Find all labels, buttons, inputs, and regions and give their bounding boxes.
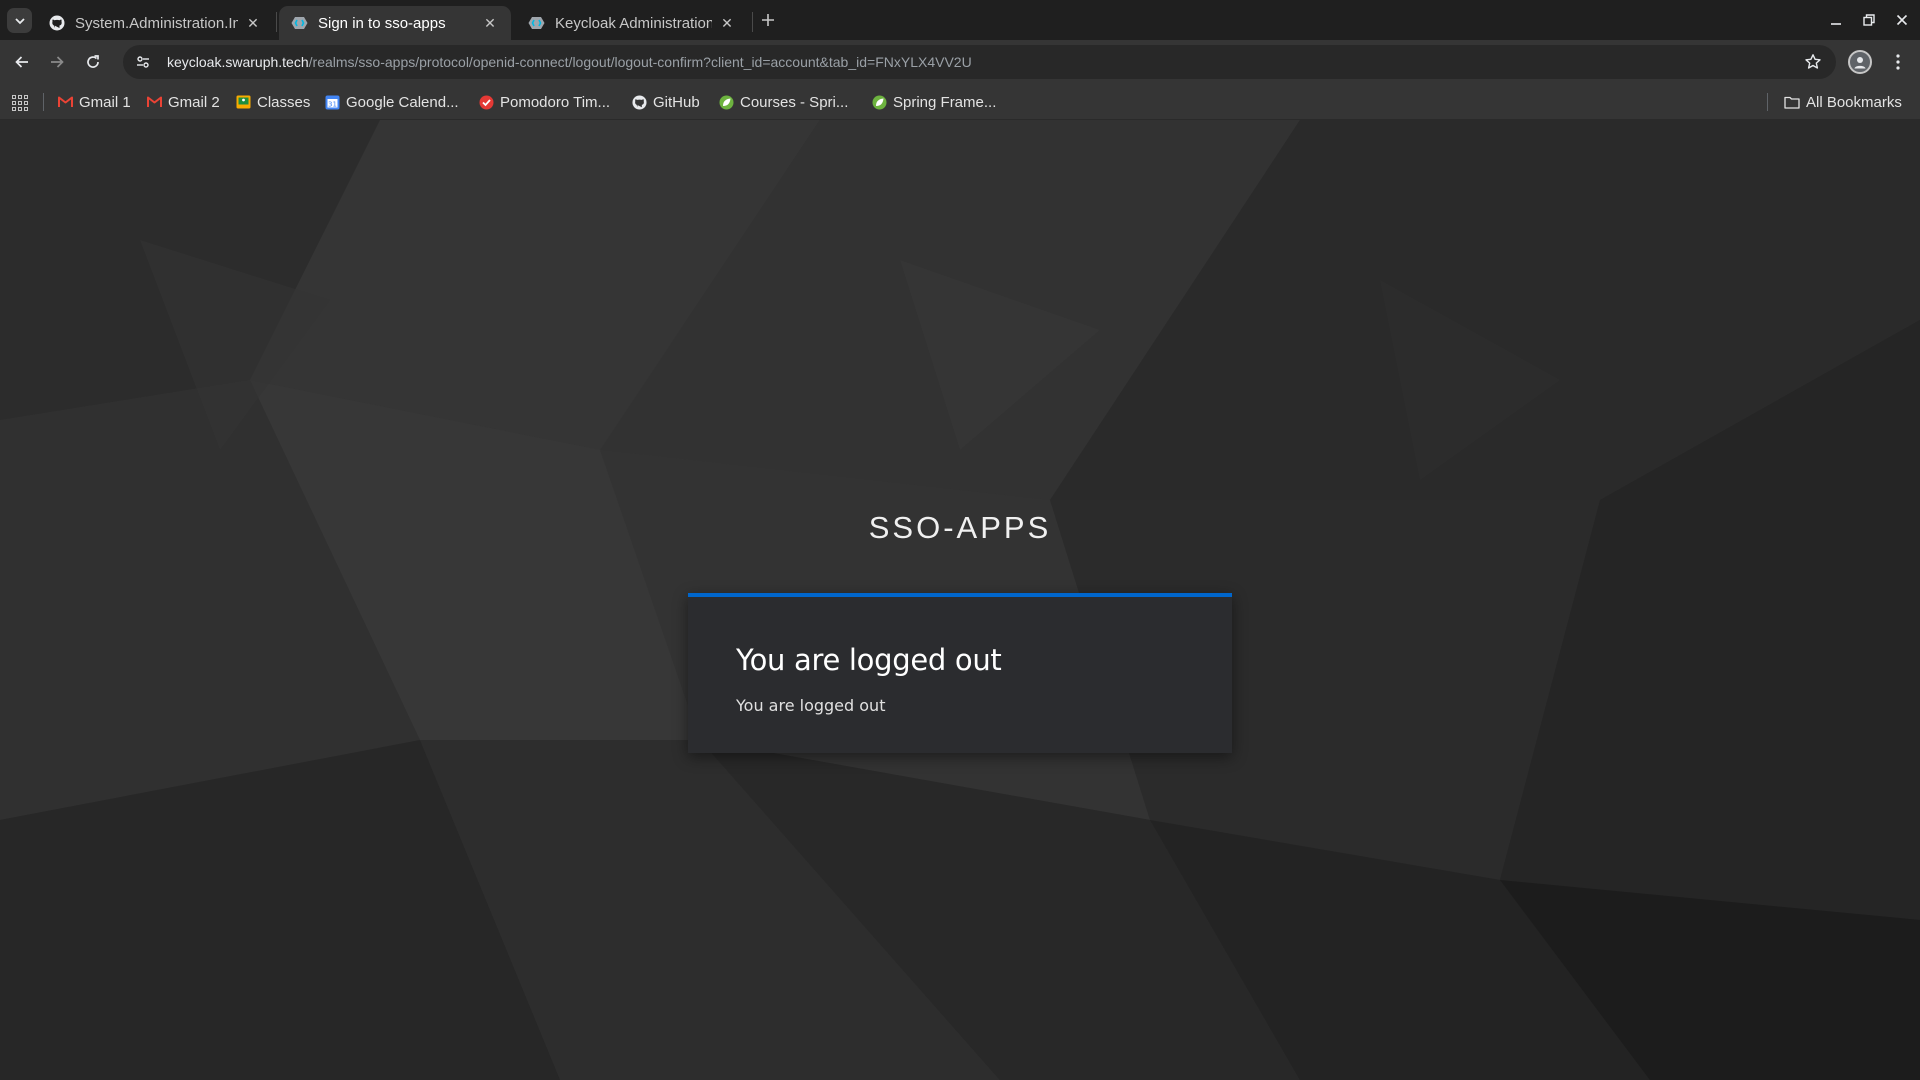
tab-strip: System.Administration.In ✕ Sign in to ss…: [0, 0, 1920, 40]
close-icon[interactable]: ✕: [481, 14, 499, 32]
bookmark-label: Classes: [257, 93, 311, 111]
minimize-button[interactable]: [1823, 8, 1849, 32]
bookmark-label: Spring Frame...: [893, 93, 997, 111]
realm-title: SSO-APPS: [868, 510, 1052, 545]
close-icon[interactable]: ✕: [718, 14, 736, 32]
back-button[interactable]: [8, 48, 36, 76]
url-text: keycloak.swaruph.tech/realms/sso-apps/pr…: [167, 54, 972, 70]
new-tab-button[interactable]: [756, 8, 780, 32]
bookmarks-divider: [1767, 93, 1768, 111]
bookmark-google-calendar[interactable]: 31 Google Calend...: [324, 90, 459, 114]
bookmark-star-button[interactable]: [1802, 51, 1824, 73]
bookmark-classes[interactable]: Classes: [235, 90, 310, 114]
keycloak-icon: [528, 15, 545, 32]
all-bookmarks-label: All Bookmarks: [1806, 93, 1902, 111]
arrow-right-icon: [51, 56, 64, 68]
tab-title: System.Administration.In: [75, 14, 238, 32]
site-info-button[interactable]: [129, 48, 157, 76]
pomodoro-icon: [478, 94, 494, 110]
star-icon: [1805, 54, 1821, 69]
address-bar[interactable]: keycloak.swaruph.tech/realms/sso-apps/pr…: [123, 45, 1836, 79]
bookmark-label: Gmail 2: [168, 93, 220, 111]
bookmark-courses-spring[interactable]: Courses - Spri...: [718, 90, 848, 114]
arrow-left-icon: [15, 56, 28, 68]
gmail-icon: [57, 94, 73, 110]
minimize-icon: [1831, 23, 1841, 25]
restore-icon: [1863, 14, 1875, 26]
tab-keycloak-administration[interactable]: Keycloak Administration ✕: [516, 6, 748, 40]
spring-icon: [871, 94, 887, 110]
profile-avatar[interactable]: [1848, 50, 1872, 74]
all-bookmarks-button[interactable]: All Bookmarks: [1784, 90, 1902, 114]
forward-button[interactable]: [43, 48, 71, 76]
tab-title: Sign in to sso-apps: [318, 14, 446, 32]
url-host: keycloak.swaruph.tech: [167, 54, 309, 70]
page-heading: You are logged out: [736, 643, 1002, 677]
bookmark-label: Gmail 1: [79, 93, 131, 111]
github-icon: [631, 94, 647, 110]
bookmark-pomodoro-timer[interactable]: Pomodoro Tim...: [478, 90, 610, 114]
plus-icon: [762, 14, 774, 26]
reload-icon: [87, 55, 99, 68]
bookmark-label: GitHub: [653, 93, 700, 111]
more-vert-icon: [1896, 54, 1900, 70]
github-icon: [48, 15, 65, 32]
bookmark-label: Pomodoro Tim...: [500, 93, 611, 111]
gmail-icon: [146, 94, 162, 110]
tab-divider: [276, 12, 277, 32]
spring-icon: [718, 94, 734, 110]
tab-system-administration[interactable]: System.Administration.In ✕: [36, 6, 274, 40]
close-icon: [1896, 14, 1908, 26]
logout-page: SSO-APPS You are logged out You are logg…: [0, 120, 1920, 1080]
calendar-icon: 31: [324, 94, 340, 110]
close-icon[interactable]: ✕: [244, 14, 262, 32]
folder-icon: [1784, 94, 1800, 110]
tab-search-button[interactable]: [7, 8, 32, 33]
bookmark-label: Courses - Spri...: [740, 93, 849, 111]
logout-card: You are logged out You are logged out: [688, 593, 1232, 753]
apps-grid-icon[interactable]: [10, 93, 28, 111]
classroom-icon: [235, 94, 251, 110]
tune-icon: [137, 56, 149, 68]
bookmark-github[interactable]: GitHub: [631, 90, 700, 114]
browser-menu-button[interactable]: [1886, 50, 1910, 74]
keycloak-icon: [291, 15, 308, 32]
bookmarks-divider: [43, 93, 44, 111]
tab-sign-in-sso-apps[interactable]: Sign in to sso-apps ✕: [279, 6, 511, 40]
url-path: /realms/sso-apps/protocol/openid-connect…: [308, 54, 972, 70]
tab-divider: [752, 12, 753, 32]
logout-message: You are logged out: [736, 696, 886, 715]
avatar-icon: [1854, 57, 1866, 69]
svg-text:31: 31: [328, 100, 337, 108]
chevron-down-icon: [14, 17, 25, 24]
reload-button[interactable]: [79, 48, 107, 76]
bookmark-spring-framework[interactable]: Spring Frame...: [871, 90, 996, 114]
bookmarks-bar: Gmail 1 Gmail 2 Classes 31 Google Calend…: [0, 84, 1920, 120]
bookmark-gmail-1[interactable]: Gmail 1: [57, 90, 131, 114]
browser-toolbar: keycloak.swaruph.tech/realms/sso-apps/pr…: [0, 40, 1920, 84]
bookmark-label: Google Calend...: [346, 93, 459, 111]
close-window-button[interactable]: [1889, 8, 1915, 32]
bookmark-gmail-2[interactable]: Gmail 2: [146, 90, 220, 114]
restore-button[interactable]: [1856, 8, 1882, 32]
tab-title: Keycloak Administration: [555, 14, 712, 32]
